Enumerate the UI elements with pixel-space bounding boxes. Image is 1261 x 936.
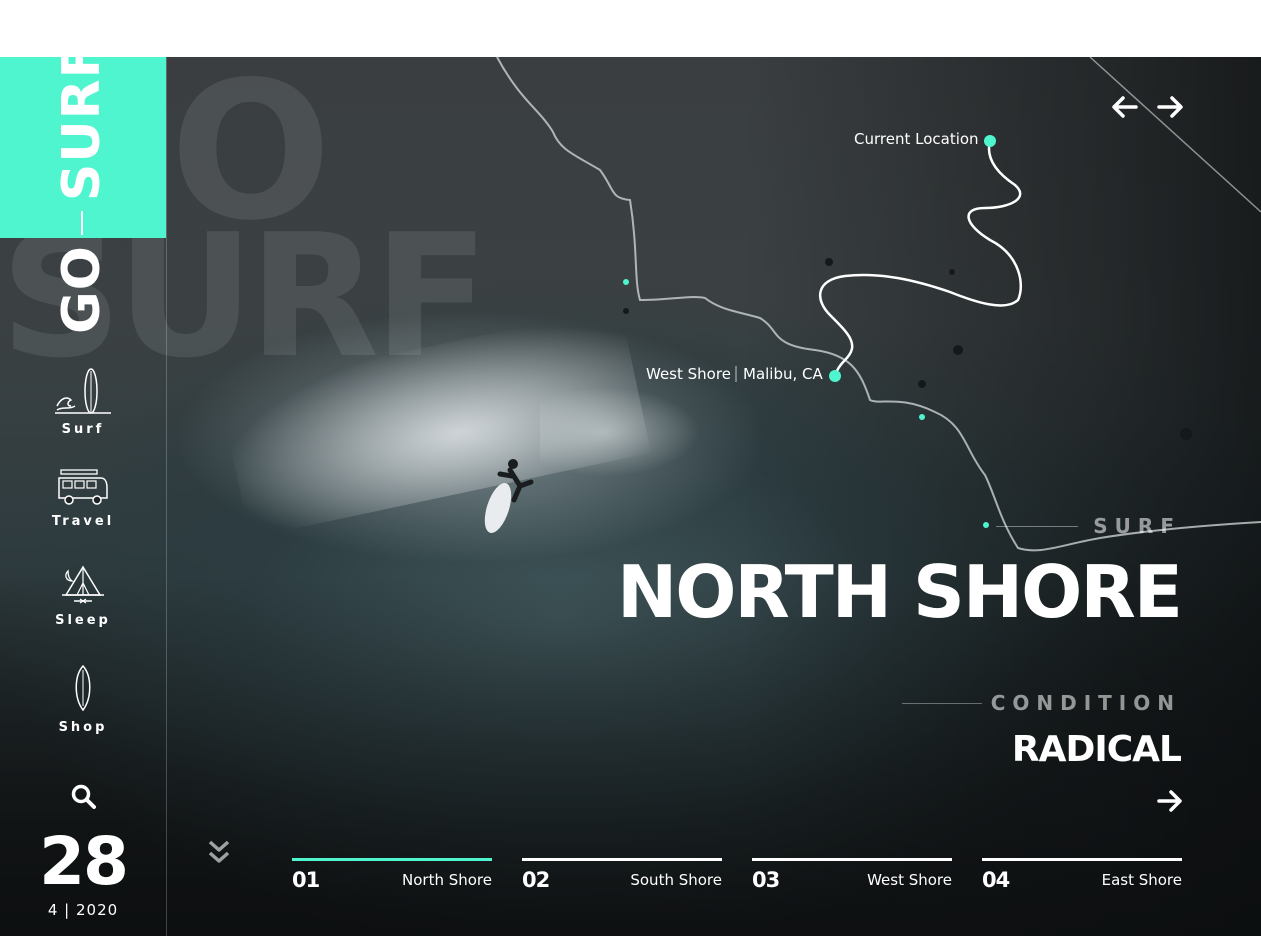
tab-indicator [752, 858, 952, 861]
tab-label: East Shore [1101, 871, 1182, 889]
sidebar-item-travel[interactable]: Travel [0, 468, 166, 529]
tab-label: South Shore [630, 871, 722, 889]
kicker-divider [996, 526, 1078, 527]
van-icon [58, 469, 108, 505]
brand-dash [81, 211, 83, 236]
sidebar-item-label: Surf [61, 422, 105, 437]
current-location-label: Current Location [854, 130, 979, 148]
arrow-left-icon [1112, 96, 1138, 118]
sidebar-item-label: Shop [58, 720, 108, 735]
date-month-year: 4 | 2020 [47, 901, 119, 919]
hero-photo: O SURF [0, 57, 1261, 936]
condition-value: RADICAL [1011, 729, 1182, 770]
surfboard-wave-icon [55, 368, 111, 414]
surfboard-icon [75, 664, 91, 712]
prev-button[interactable] [1110, 92, 1140, 122]
tab-number: 03 [752, 868, 780, 892]
tab-number: 01 [292, 868, 320, 892]
next-button[interactable] [1155, 92, 1185, 122]
tab-indicator [522, 858, 722, 861]
tab-label: West Shore [867, 871, 952, 889]
spot-name-label: West Shore [646, 365, 731, 383]
sidebar-item-sleep[interactable]: Sleep [0, 561, 166, 628]
details-button[interactable] [1156, 787, 1184, 815]
arrow-right-icon [1157, 96, 1183, 118]
search-button[interactable] [70, 783, 98, 811]
sidebar-item-label: Sleep [55, 613, 111, 628]
tab-number: 02 [522, 868, 550, 892]
hero-title: NORTH SHORE [616, 550, 1183, 634]
spot-place-label: Malibu, CA [743, 365, 823, 383]
tab-indicator [982, 858, 1182, 861]
tab-west-shore[interactable]: 03 West Shore [752, 858, 952, 898]
tab-north-shore[interactable]: 01 North Shore [292, 858, 492, 898]
chevron-double-down-icon [208, 840, 230, 863]
brand-surf: SURF [52, 41, 112, 202]
tab-number: 04 [982, 868, 1010, 892]
condition-label: CONDITION [990, 691, 1181, 715]
tab-indicator [292, 858, 492, 861]
sidebar-item-label: Travel [51, 514, 115, 529]
arrow-right-icon [1157, 790, 1182, 812]
tab-south-shore[interactable]: 02 South Shore [522, 858, 722, 898]
search-icon [71, 784, 96, 809]
sidebar-item-shop[interactable]: Shop [0, 664, 166, 735]
tab-label: North Shore [402, 871, 492, 889]
tent-icon [62, 565, 104, 604]
wave-foam [540, 387, 700, 477]
condition-divider [902, 703, 982, 704]
brand-logo[interactable]: GO SURF [52, 41, 112, 334]
tab-east-shore[interactable]: 04 East Shore [982, 858, 1182, 898]
brand-go: GO [52, 245, 112, 334]
date-day: 28 [39, 823, 129, 900]
sidebar-divider [166, 57, 167, 936]
hero-kicker: SURF [1093, 514, 1181, 538]
scroll-down-button[interactable] [206, 838, 232, 868]
sidebar-item-surf[interactable]: Surf [0, 366, 166, 437]
